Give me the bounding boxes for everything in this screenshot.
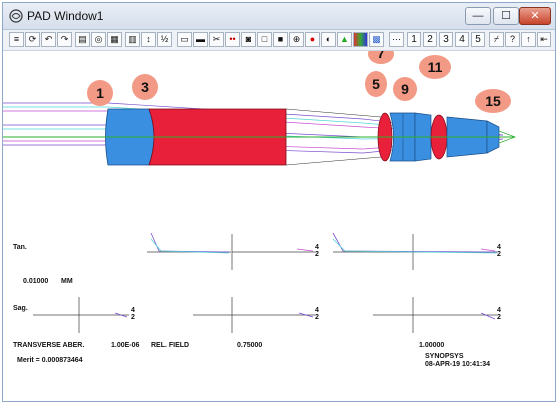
shapes-icon[interactable]: ▲ bbox=[337, 32, 352, 47]
record-icon[interactable]: ● bbox=[305, 32, 320, 47]
tan-label: Tan. bbox=[13, 244, 27, 251]
view-3-button[interactable]: 3 bbox=[439, 32, 453, 47]
scale-value: 0.01000 bbox=[23, 278, 49, 285]
dots-icon[interactable]: •• bbox=[225, 32, 240, 47]
close-button[interactable]: ✕ bbox=[519, 7, 551, 25]
surface-label-1: 1 bbox=[96, 85, 104, 101]
crosshair-icon[interactable]: ⊕ bbox=[289, 32, 304, 47]
surface-label-9: 9 bbox=[401, 81, 409, 97]
surface-label-11: 11 bbox=[428, 59, 443, 75]
pattern-icon[interactable]: ▩ bbox=[369, 32, 384, 47]
pad-window: PAD Window1 — ☐ ✕ ≡ ⟳ ↶ ↷ ▤ ◎ ▦ ▥ ↕ ½ ▭ … bbox=[2, 2, 556, 402]
view-5-button[interactable]: 5 bbox=[471, 32, 485, 47]
view-4-button[interactable]: 4 bbox=[455, 32, 469, 47]
rotate-icon[interactable]: ⟳ bbox=[25, 32, 40, 47]
lens-drawing: 1 3 5 7 9 11 15 bbox=[3, 44, 517, 333]
slope-icon[interactable]: ⌿ bbox=[489, 32, 504, 47]
field-label: REL. FIELD bbox=[151, 342, 190, 349]
square-outline-icon[interactable]: □ bbox=[257, 32, 272, 47]
keyboard-icon[interactable]: ▭ bbox=[177, 32, 192, 47]
aberration-label: TRANSVERSE ABER. bbox=[13, 342, 85, 349]
aberration-value: 1.00E-06 bbox=[111, 342, 140, 349]
sag-curve-label-4b: 4 bbox=[315, 307, 319, 314]
view-2-button[interactable]: 2 bbox=[423, 32, 437, 47]
merit-value: Merit = 0.000873464 bbox=[17, 357, 83, 364]
field-max-value: 1.00000 bbox=[419, 342, 445, 349]
zoom-icon[interactable]: ◎ bbox=[91, 32, 106, 47]
view-1-button[interactable]: 1 bbox=[407, 32, 421, 47]
undo-icon[interactable]: ↶ bbox=[41, 32, 56, 47]
arrow-left-icon[interactable]: ⇤ bbox=[537, 32, 551, 47]
sag-curve-label-2a: 2 bbox=[131, 314, 135, 321]
scale-unit: MM bbox=[61, 278, 73, 285]
circle-half-icon[interactable]: ◐ bbox=[321, 32, 336, 47]
sliders-icon[interactable]: ≡ bbox=[9, 32, 24, 47]
ruler-icon[interactable]: ⋯ bbox=[389, 32, 404, 47]
panel-icon[interactable]: ▬ bbox=[193, 32, 208, 47]
window-title: PAD Window1 bbox=[27, 9, 104, 23]
tan-plots bbox=[147, 232, 498, 270]
surface-label-3: 3 bbox=[141, 79, 149, 95]
tan-curve-label-2a: 2 bbox=[315, 251, 319, 258]
target-icon[interactable]: ◙ bbox=[241, 32, 256, 47]
grid-icon[interactable]: ▦ bbox=[107, 32, 122, 47]
tan-curve-label-2b: 2 bbox=[497, 251, 501, 258]
drawing-canvas[interactable]: 1 3 5 7 9 11 15 Tan. 4 2 4 2 0.01000 MM … bbox=[3, 44, 555, 403]
brand-label: SYNOPSYS bbox=[425, 353, 464, 360]
square-filled-icon[interactable]: ■ bbox=[273, 32, 288, 47]
scale-icon[interactable]: ↕ bbox=[141, 32, 156, 47]
sag-curve-label-4c: 4 bbox=[497, 307, 501, 314]
tan-curve-label-4a: 4 bbox=[315, 244, 319, 251]
surface-label-5: 5 bbox=[372, 76, 380, 92]
minimize-button[interactable]: — bbox=[465, 7, 491, 25]
surface-label-7: 7 bbox=[377, 51, 385, 61]
sag-curve-label-4a: 4 bbox=[131, 307, 135, 314]
cut-icon[interactable]: ✂ bbox=[209, 32, 224, 47]
copy-icon[interactable]: ▥ bbox=[125, 32, 140, 47]
sag-curve-label-2c: 2 bbox=[497, 314, 501, 321]
timestamp: 08-APR-19 10:41:34 bbox=[425, 361, 490, 368]
toolbar: ≡ ⟳ ↶ ↷ ▤ ◎ ▦ ▥ ↕ ½ ▭ ▬ ✂ •• ◙ □ ■ ⊕ ● ◐… bbox=[3, 30, 555, 51]
arrow-up-icon[interactable]: ↑ bbox=[521, 32, 536, 47]
palette-icon[interactable] bbox=[353, 32, 368, 47]
maximize-button[interactable]: ☐ bbox=[493, 7, 519, 25]
surface-labels: 1 3 5 7 9 11 15 bbox=[87, 44, 511, 113]
app-icon bbox=[9, 9, 23, 23]
sag-label: Sag. bbox=[13, 305, 28, 312]
help-icon[interactable]: ? bbox=[505, 32, 520, 47]
surface-label-15: 15 bbox=[485, 93, 501, 109]
redo-icon[interactable]: ↷ bbox=[57, 32, 72, 47]
field-mid-value: 0.75000 bbox=[237, 342, 263, 349]
print-icon[interactable]: ▤ bbox=[75, 32, 90, 47]
title-bar[interactable]: PAD Window1 — ☐ ✕ bbox=[3, 3, 555, 30]
tan-curve-label-4b: 4 bbox=[497, 244, 501, 251]
fraction-icon[interactable]: ½ bbox=[157, 32, 172, 47]
sag-plots bbox=[33, 297, 497, 333]
sag-curve-label-2b: 2 bbox=[315, 314, 319, 321]
